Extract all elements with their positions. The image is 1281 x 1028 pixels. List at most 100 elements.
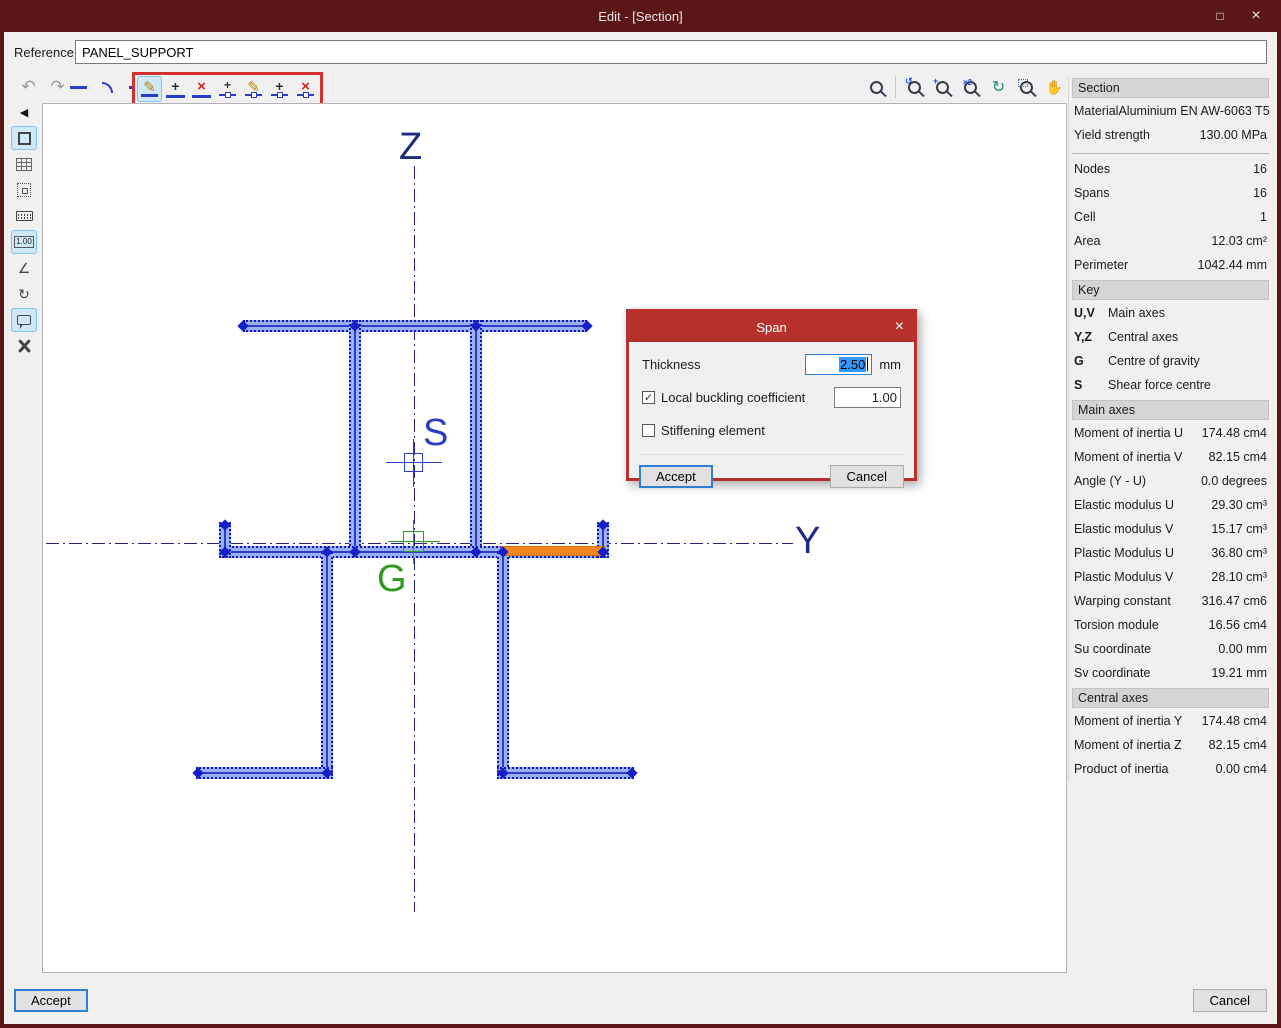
section-panel: Section Material Aluminium EN AW-6063 T5 Yi…: [1068, 76, 1270, 782]
bottom-bar: Accept Cancel: [4, 980, 1277, 1024]
zoom-window-button[interactable]: [1014, 74, 1039, 100]
property-label: Perimeter: [1074, 258, 1129, 272]
collapse-panel-button[interactable]: ◀: [11, 100, 37, 124]
property-row: U,V Main axes: [1072, 302, 1269, 326]
section-canvas[interactable]: Z Y S G: [42, 103, 1067, 973]
axis-label-g: G: [377, 558, 407, 600]
add-node-button[interactable]: +: [215, 76, 240, 102]
line-icon: [70, 85, 87, 89]
maximize-button[interactable]: □: [1201, 0, 1239, 32]
span-dialog-title: Span: [756, 319, 787, 335]
property-label: Moment of inertia U: [1074, 426, 1184, 440]
redraw-button[interactable]: ↻: [986, 74, 1011, 100]
property-row: S Shear force centre: [1072, 374, 1269, 398]
property-value: 19.21 mm: [1211, 666, 1267, 680]
dialog-accept-button[interactable]: Accept: [639, 465, 713, 488]
keyboard-input-button[interactable]: [11, 204, 37, 228]
rotate-tool-button[interactable]: ↻: [11, 282, 37, 306]
thickness-value: 2.50: [839, 356, 867, 372]
span-segment[interactable]: [497, 767, 634, 779]
move-span-icon: +: [171, 78, 180, 94]
draw-arc-button[interactable]: [95, 74, 120, 100]
edit-node-button[interactable]: ✎: [241, 76, 266, 102]
move-span-button[interactable]: +: [163, 76, 188, 102]
hand-icon: ✋: [1045, 78, 1064, 95]
property-label: Warping constant: [1074, 594, 1171, 608]
settings-tool-button[interactable]: [11, 334, 37, 358]
dimensions-button[interactable]: 1.00: [11, 230, 37, 254]
zoom-previous-button[interactable]: ↺: [902, 74, 927, 100]
stiffening-checkbox[interactable]: [642, 423, 655, 437]
selected-span[interactable]: [501, 546, 605, 556]
property-value: Centre of gravity: [1108, 354, 1200, 368]
select-tool-button[interactable]: [11, 126, 37, 150]
span-segment[interactable]: [470, 320, 482, 558]
property-row: Moment of inertia V 82.15 cm4: [1072, 446, 1269, 470]
span-dialog: Span × Thickness 2.50 mm ✓ Local bucklin…: [626, 309, 917, 488]
cancel-button[interactable]: Cancel: [1192, 989, 1267, 1012]
snap-tool-button[interactable]: [11, 178, 37, 202]
buckling-input[interactable]: 1.00: [834, 386, 901, 408]
property-value: 16: [1253, 186, 1267, 200]
zoom-previous-icon: ↺: [905, 76, 913, 86]
property-label: Torsion module: [1074, 618, 1159, 632]
property-row: Area 12.03 cm²: [1072, 230, 1269, 254]
span-dialog-close-button[interactable]: ×: [895, 312, 904, 342]
snap-icon: [17, 183, 31, 197]
reference-input[interactable]: [75, 40, 1267, 64]
edit-span-button[interactable]: ✎: [137, 76, 162, 102]
title-bar: Edit - [Section]: [0, 0, 1281, 32]
grid-icon: [16, 157, 32, 171]
property-row: Torsion module 16.56 cm4: [1072, 614, 1269, 638]
arc-icon: [102, 81, 113, 93]
property-row: Material Aluminium EN AW-6063 T5: [1072, 100, 1270, 124]
pan-button[interactable]: ✋: [1042, 74, 1067, 100]
property-value: Shear force centre: [1108, 378, 1211, 392]
draw-line-button[interactable]: [66, 74, 91, 100]
undo-button[interactable]: ↶: [16, 74, 41, 100]
grid-tool-button[interactable]: [11, 152, 37, 176]
thickness-label: Thickness: [642, 356, 701, 372]
delete-span-icon: ×: [197, 78, 206, 95]
property-label: Plastic Modulus V: [1074, 570, 1174, 584]
span-segment[interactable]: [497, 552, 509, 779]
property-label: Cell: [1074, 210, 1096, 224]
rotate-icon: ↻: [18, 285, 30, 302]
span-segment[interactable]: [349, 320, 361, 558]
property-value: 1042.44 mm: [1197, 258, 1267, 272]
move-node-button[interactable]: +: [267, 76, 292, 102]
delete-span-button[interactable]: ×: [189, 76, 214, 102]
zoom-extents-button[interactable]: +: [930, 74, 955, 100]
axis-label-s: S: [423, 412, 449, 454]
property-row: Nodes 16: [1072, 158, 1269, 182]
zoom-search-button[interactable]: [864, 74, 889, 100]
dimension-icon: 1.00: [14, 236, 34, 248]
close-button[interactable]: ×: [1237, 0, 1275, 32]
delete-node-button[interactable]: ×: [293, 76, 318, 102]
property-row: Cell 1: [1072, 206, 1269, 230]
redraw-icon: ↻: [991, 79, 1006, 96]
zoom-extents-icon: +: [933, 76, 939, 86]
dialog-cancel-button[interactable]: Cancel: [829, 465, 904, 488]
property-value: 12.03 cm²: [1211, 234, 1267, 248]
magnifier-icon: [870, 80, 883, 94]
property-label: Material: [1074, 104, 1119, 118]
zoom-x2-button[interactable]: ×2: [958, 74, 983, 100]
buckling-checkbox[interactable]: ✓: [642, 390, 655, 404]
property-row: Product of inertia 0.00 cm4: [1072, 758, 1269, 782]
span-segment[interactable]: [196, 767, 333, 779]
panel-section-header: Key: [1072, 280, 1269, 300]
selection-rect-icon: [1018, 79, 1028, 87]
property-label: G: [1074, 354, 1084, 368]
comment-tool-button[interactable]: [11, 308, 37, 332]
angle-tool-button[interactable]: ∠: [11, 256, 37, 280]
span-segment[interactable]: [321, 552, 333, 779]
span-segment[interactable]: [243, 320, 587, 332]
accept-button[interactable]: Accept: [14, 989, 88, 1012]
edit-span-icon: ✎: [143, 78, 156, 96]
span-dialog-titlebar[interactable]: Span ×: [629, 312, 914, 342]
property-value: 174.48 cm4: [1201, 714, 1267, 728]
property-row: G Centre of gravity: [1072, 350, 1269, 374]
window-title: Edit - [Section]: [598, 8, 683, 24]
thickness-input[interactable]: 2.50: [805, 353, 873, 375]
